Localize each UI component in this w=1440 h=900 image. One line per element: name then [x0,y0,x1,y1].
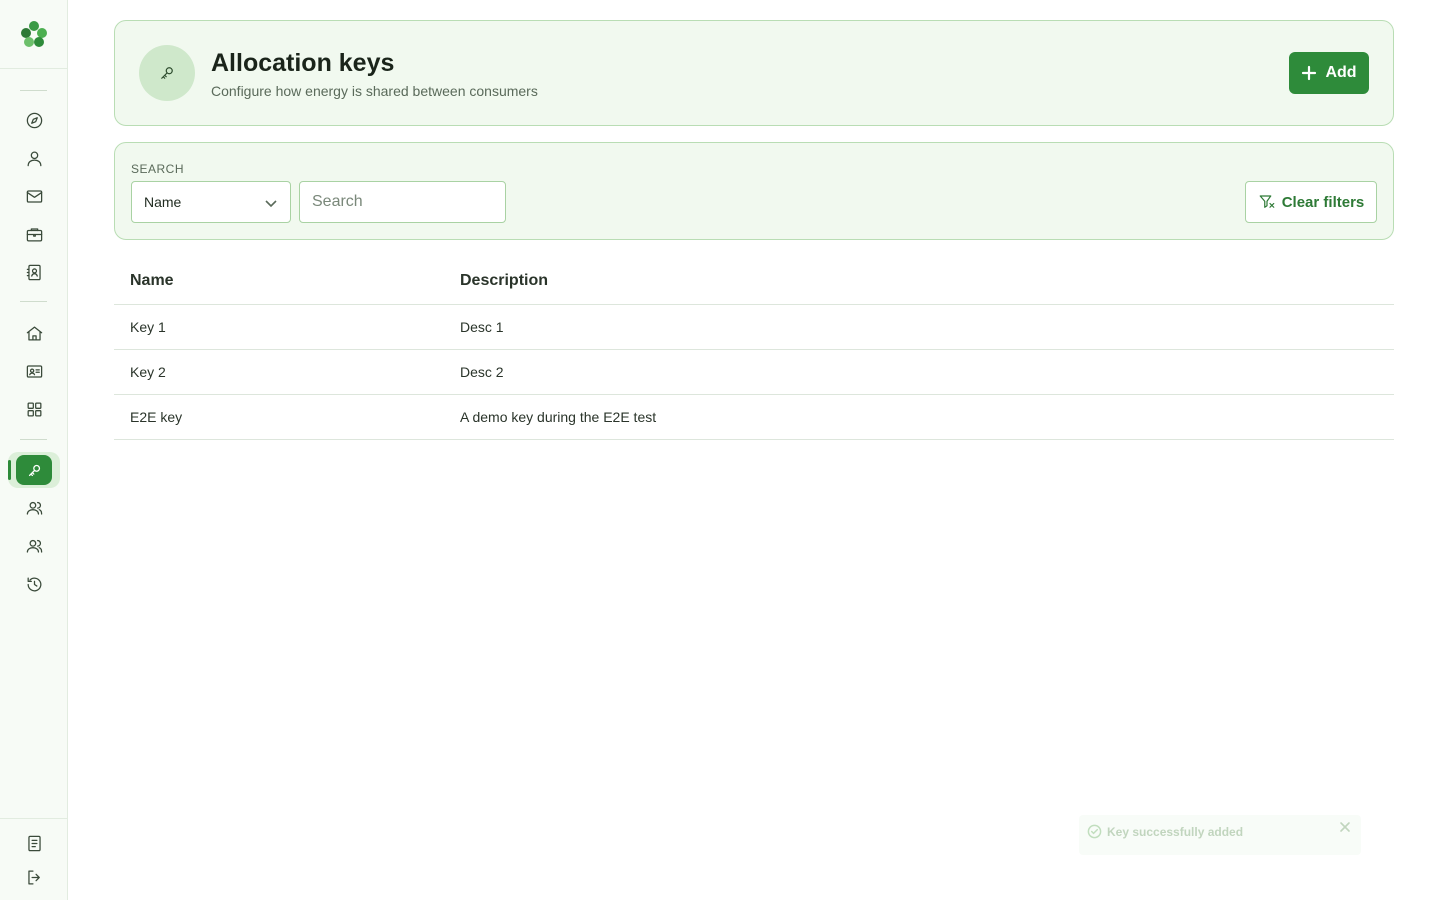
mail-icon [26,189,42,203]
cell-name: Key 1 [130,319,166,335]
table-row[interactable]: Key 2 Desc 2 [114,350,1394,395]
compass-icon [26,112,42,128]
nav-home[interactable] [14,317,54,349]
nav-document[interactable] [14,827,54,859]
chevron-down-icon [265,200,277,208]
close-icon [1340,822,1350,832]
cell-description: A demo key during the E2E test [460,409,657,425]
nav-contacts[interactable] [14,256,54,288]
page-header: Allocation keys Configure how energy is … [114,20,1394,126]
search-field-select[interactable]: Name [131,181,291,223]
nav-user[interactable] [14,142,54,174]
users-icon [26,501,42,515]
sidebar-footer-rule [0,818,68,819]
contacts-icon [26,264,41,280]
toast-close-button[interactable] [1339,820,1353,834]
clear-filters-label: Clear filters [1281,193,1365,211]
nav-users[interactable] [14,492,54,524]
sidebar-divider [20,439,47,440]
cell-description: Desc 1 [460,319,504,335]
nav-history[interactable] [14,568,54,600]
nav-allocation-keys[interactable] [16,455,52,485]
plus-icon [1302,65,1317,81]
search-panel: SEARCH Name Clear filters [114,142,1394,240]
table-header: Name Description [114,258,1394,305]
column-header-description[interactable]: Description [460,272,548,290]
sidebar-divider [20,90,47,91]
check-circle-icon [1087,824,1102,839]
grid-icon [27,402,41,416]
logout-button[interactable] [14,861,54,893]
users-alt-icon [26,539,42,553]
header-key-badge [139,45,195,101]
key-icon [28,464,40,476]
history-icon [27,577,41,591]
clear-filters-button[interactable]: Clear filters [1245,181,1377,223]
page-title: Allocation keys [211,49,395,77]
sidebar-rule [0,68,68,69]
cell-name: E2E key [130,409,183,425]
table-row[interactable]: Key 1 Desc 1 [114,305,1394,350]
home-icon [26,326,42,340]
clover-logo[interactable] [18,18,50,50]
sidebar-divider [20,301,47,302]
briefcase-icon [26,227,42,241]
id-card-icon [26,364,42,378]
key-icon [161,67,173,79]
add-button[interactable]: Add [1289,52,1369,94]
nav-compass[interactable] [14,104,54,136]
table-row[interactable]: E2E key A demo key during the E2E test [114,395,1394,440]
logout-icon [27,870,40,884]
sidebar [0,0,68,900]
search-field-select-value: Name [144,194,182,210]
filter-clear-icon [1259,195,1275,208]
cell-name: Key 2 [130,364,166,380]
user-icon [27,151,41,166]
success-toast: Key successfully added [1079,815,1361,855]
search-input[interactable] [299,181,506,223]
nav-id-card[interactable] [14,355,54,387]
toast-message: Key successfully added [1107,825,1244,839]
document-icon [27,835,41,851]
active-indicator [8,460,11,480]
nav-briefcase[interactable] [14,218,54,250]
add-button-label: Add [1325,64,1357,81]
search-label: SEARCH [131,162,185,176]
nav-grid[interactable] [14,393,54,425]
cell-description: Desc 2 [460,364,504,380]
column-header-name[interactable]: Name [130,272,174,290]
nav-users-alt[interactable] [14,530,54,562]
allocation-keys-table: Name Description Key 1 Desc 1 Key 2 Desc… [114,258,1394,440]
nav-mail[interactable] [14,180,54,212]
page-subtitle: Configure how energy is shared between c… [211,83,538,99]
